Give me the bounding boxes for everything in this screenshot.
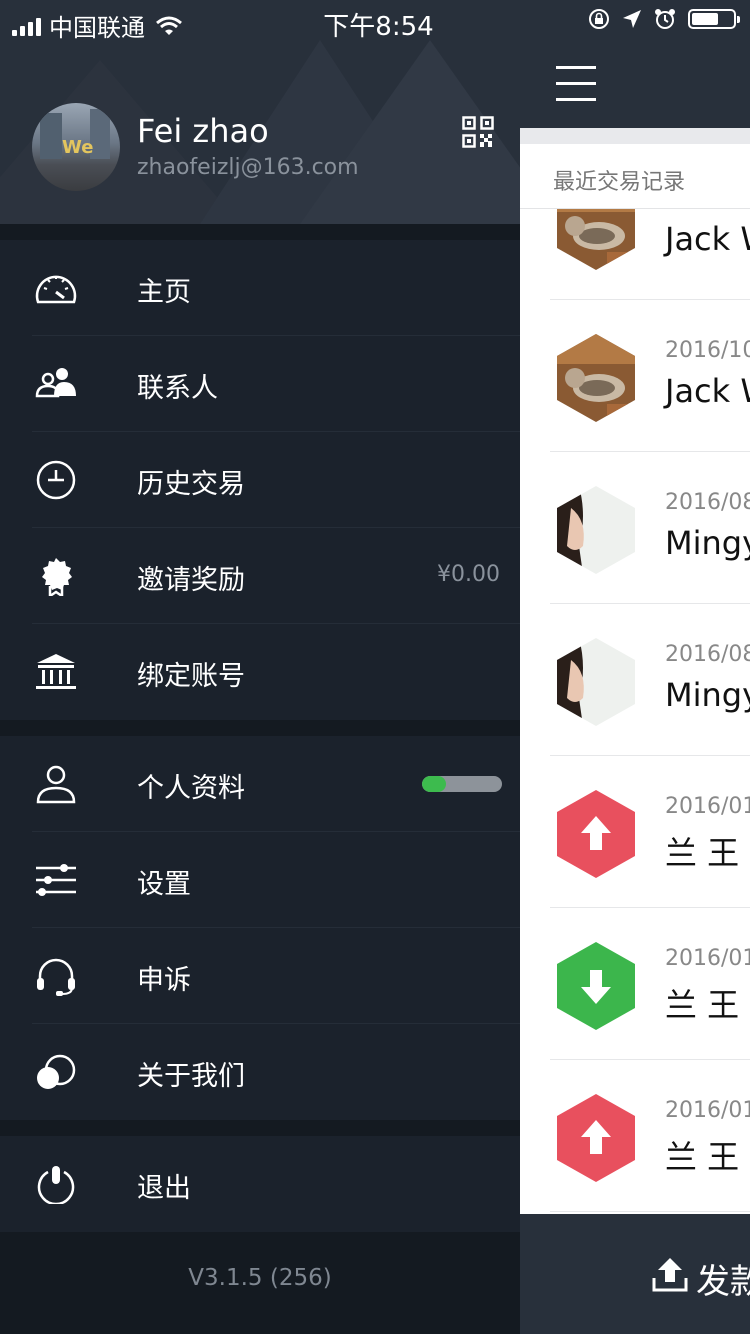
transaction-row[interactable]: 2016/10 Jack W <box>520 300 750 452</box>
transaction-date: 2016/10 <box>665 338 750 363</box>
menu-label-logout: 退出 <box>137 1173 191 1204</box>
menu-item-invite[interactable]: 邀请奖励 ¥0.00 <box>0 528 520 624</box>
rotation-lock-icon <box>589 9 609 29</box>
transaction-row[interactable]: 2016/08 Mingy <box>520 452 750 604</box>
status-bar: 中国联通 下午8:54 <box>0 0 750 44</box>
menu-label-home: 主页 <box>137 277 191 308</box>
location-icon <box>623 10 641 28</box>
contact-avatar <box>557 486 635 574</box>
headset-icon <box>37 958 75 996</box>
dashboard-icon <box>35 275 77 304</box>
menu-item-logout[interactable]: 退出 <box>0 1136 520 1232</box>
main-panel[interactable]: 最近交易记录 2016/10 Jack W 2016/10 Jack W 2016/… <box>520 0 750 1334</box>
bank-icon <box>36 654 76 689</box>
menu-label-settings: 设置 <box>137 869 191 900</box>
battery-icon <box>688 9 740 29</box>
transaction-date: 2016/08 <box>665 490 750 515</box>
contact-avatar <box>557 334 635 422</box>
transaction-name: 兰 王 <box>665 986 740 1024</box>
contact-avatar <box>557 638 635 726</box>
avatar[interactable]: We <box>32 103 120 191</box>
user-name: Fei zhao <box>137 112 269 150</box>
contacts-icon <box>35 368 76 398</box>
menu-item-appeal[interactable]: 申诉 <box>0 928 520 1024</box>
transaction-name: Mingy <box>665 676 750 714</box>
invite-reward-amount: ¥0.00 <box>437 562 500 587</box>
receive-arrow-icon <box>557 942 635 1030</box>
power-icon <box>37 1166 75 1204</box>
send-money-bar[interactable]: 发款 <box>520 1214 750 1334</box>
app-version: V3.1.5 (256) <box>0 1232 520 1334</box>
menu-label-bind-account: 绑定账号 <box>137 661 245 692</box>
transaction-name: 兰 王 <box>665 1138 740 1176</box>
sliders-icon <box>36 864 76 896</box>
person-icon <box>36 765 76 804</box>
transaction-date: 2016/08 <box>665 642 750 667</box>
clock-icon <box>36 460 76 500</box>
section-header: 最近交易记录 <box>520 144 750 209</box>
menu-label-history: 历史交易 <box>137 469 245 500</box>
transaction-date: 2016/01 <box>665 946 750 971</box>
send-arrow-icon <box>557 790 635 878</box>
user-email: zhaofeizlj@163.com <box>137 155 359 180</box>
send-money-label: 发款 <box>696 1262 750 1302</box>
upload-icon <box>652 1258 688 1292</box>
transaction-row[interactable]: 2016/08 Mingy <box>520 604 750 756</box>
qr-code-icon[interactable] <box>462 116 494 148</box>
side-drawer: We Fei zhao zhaofeizlj@163.com 主页 联系人 历史… <box>0 0 520 1334</box>
menu-group-main: 主页 联系人 历史交易 邀请奖励 ¥0.00 绑定账号 <box>0 240 520 720</box>
send-arrow-icon <box>557 1094 635 1182</box>
transaction-row[interactable]: 2016/01 兰 王 <box>520 1060 750 1212</box>
menu-group-logout: 退出 <box>0 1136 520 1232</box>
transaction-name: Jack W <box>665 372 750 410</box>
menu-group-account: 个人资料 设置 申诉 关于我们 <box>0 736 520 1120</box>
section-title: 最近交易记录 <box>553 170 686 195</box>
menu-label-appeal: 申诉 <box>137 965 191 996</box>
badge-icon <box>42 558 72 596</box>
menu-icon[interactable] <box>556 66 596 101</box>
menu-label-about: 关于我们 <box>137 1061 245 1092</box>
menu-label-contacts: 联系人 <box>137 373 218 404</box>
menu-label-invite: 邀请奖励 <box>137 565 245 596</box>
menu-item-bind-account[interactable]: 绑定账号 <box>0 624 520 720</box>
transaction-name: Jack W <box>665 220 750 258</box>
transaction-date: 2016/01 <box>665 794 750 819</box>
menu-item-history[interactable]: 历史交易 <box>0 432 520 528</box>
transaction-list: 2016/10 Jack W 2016/10 Jack W 2016/08 Mingy… <box>520 150 750 1212</box>
transaction-row[interactable]: 2016/01 兰 王 <box>520 908 750 1060</box>
transaction-name: Mingy <box>665 524 750 562</box>
menu-label-profile: 个人资料 <box>137 773 245 804</box>
transaction-name: 兰 王 <box>665 834 740 872</box>
transaction-date: 2016/01 <box>665 1098 750 1123</box>
menu-item-about[interactable]: 关于我们 <box>0 1024 520 1120</box>
profile-completion-bar <box>422 776 502 792</box>
transaction-row[interactable]: 2016/01 兰 王 <box>520 756 750 908</box>
menu-item-settings[interactable]: 设置 <box>0 832 520 928</box>
menu-item-profile[interactable]: 个人资料 <box>0 736 520 832</box>
alarm-icon <box>655 9 675 29</box>
menu-item-home[interactable]: 主页 <box>0 240 520 336</box>
menu-item-contacts[interactable]: 联系人 <box>0 336 520 432</box>
circles-icon <box>37 1054 76 1089</box>
